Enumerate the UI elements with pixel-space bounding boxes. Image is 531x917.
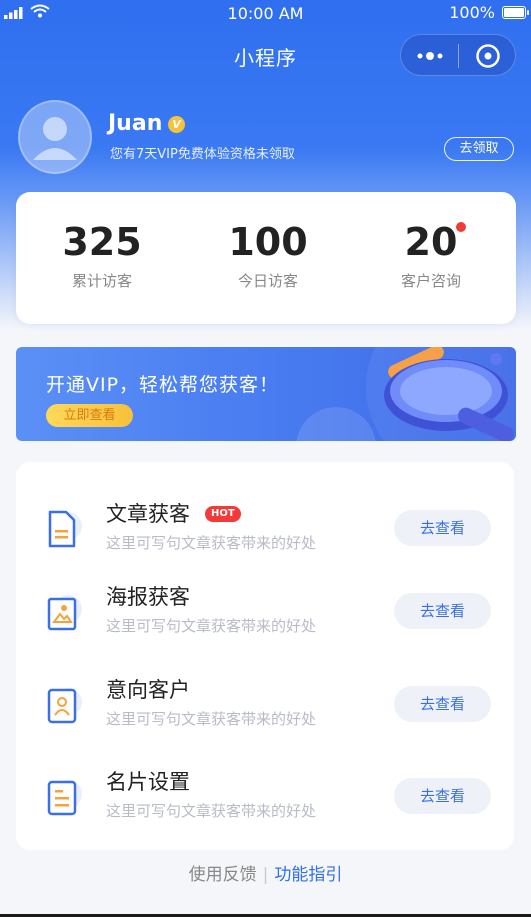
feature-title: 名片设置 — [106, 770, 190, 794]
view-prospects-button[interactable]: 去查看 — [394, 686, 491, 722]
stat-customer-inquiries[interactable]: 20 客户咨询 — [356, 218, 506, 291]
hot-badge: HOT — [205, 506, 241, 522]
user-icon — [33, 117, 77, 160]
vip-banner[interactable]: 开通VIP，轻松帮您获客！ 立即查看 — [16, 347, 516, 441]
view-now-button[interactable]: 立即查看 — [46, 404, 133, 427]
feature-description: 这里可写句文章获客带来的好处 — [106, 802, 317, 820]
stat-value: 100 — [228, 220, 308, 264]
stats-card: 325 累计访客 100 今日访客 20 客户咨询 — [16, 192, 516, 324]
stat-label: 客户咨询 — [400, 272, 461, 290]
feedback-link[interactable]: 使用反馈 — [189, 865, 257, 885]
stat-total-visitors[interactable]: 325 累计访客 — [27, 218, 177, 291]
view-poster-button[interactable]: 去查看 — [394, 593, 491, 629]
contact-card-icon — [47, 688, 82, 724]
footer-divider: | — [262, 865, 269, 885]
feature-title: 海报获客 — [106, 585, 190, 609]
view-business-card-button[interactable]: 去查看 — [394, 778, 491, 814]
banner-title: 开通VIP，轻松帮您获客！ — [46, 374, 280, 396]
stat-value: 325 — [62, 220, 142, 264]
feature-title: 文章获客 — [106, 502, 190, 526]
document-icon — [48, 510, 82, 548]
feature-business-card[interactable]: 名片设置 这里可写句文章获客带来的好处 去查看 — [16, 768, 514, 848]
username: Juan — [108, 111, 163, 136]
feature-article[interactable]: 文章获客 HOT 这里可写句文章获客带来的好处 去查看 — [16, 500, 514, 580]
vip-trial-note: 您有7天VIP免费体验资格未领取 — [110, 147, 295, 162]
vip-badge-icon: V — [168, 116, 185, 133]
feature-description: 这里可写句文章获客带来的好处 — [106, 534, 317, 552]
claim-button[interactable]: 去领取 — [444, 137, 514, 161]
feature-description: 这里可写句文章获客带来的好处 — [106, 617, 317, 635]
more-icon[interactable] — [415, 48, 445, 64]
image-icon — [47, 595, 82, 631]
feature-prospects[interactable]: 意向客户 这里可写句文章获客带来的好处 去查看 — [16, 676, 514, 756]
avatar[interactable] — [18, 100, 92, 174]
view-article-button[interactable]: 去查看 — [394, 510, 491, 546]
close-target-icon[interactable] — [475, 43, 501, 69]
stat-label: 今日访客 — [237, 272, 298, 290]
footer-links: 使用反馈 | 功能指引 — [0, 860, 531, 885]
battery-percent: 100% — [449, 3, 495, 22]
capsule-divider — [458, 44, 459, 68]
business-card-icon — [47, 780, 82, 816]
notification-dot — [456, 222, 466, 232]
stat-today-visitors[interactable]: 100 今日访客 — [193, 218, 343, 291]
status-bar: 10:00 AM 100% — [0, 0, 531, 26]
guide-link[interactable]: 功能指引 — [274, 865, 342, 885]
feature-description: 这里可写句文章获客带来的好处 — [106, 710, 317, 728]
feature-poster[interactable]: 海报获客 这里可写句文章获客带来的好处 去查看 — [16, 583, 514, 663]
stat-value: 20 — [404, 220, 458, 264]
stat-label: 累计访客 — [71, 272, 132, 290]
battery-icon — [502, 6, 529, 19]
features-card: 文章获客 HOT 这里可写句文章获客带来的好处 去查看 海报获客 这里可写句文章… — [16, 462, 514, 850]
mini-program-capsule — [400, 34, 516, 76]
magnifier-illustration-icon — [296, 347, 516, 441]
feature-title: 意向客户 — [106, 678, 190, 702]
